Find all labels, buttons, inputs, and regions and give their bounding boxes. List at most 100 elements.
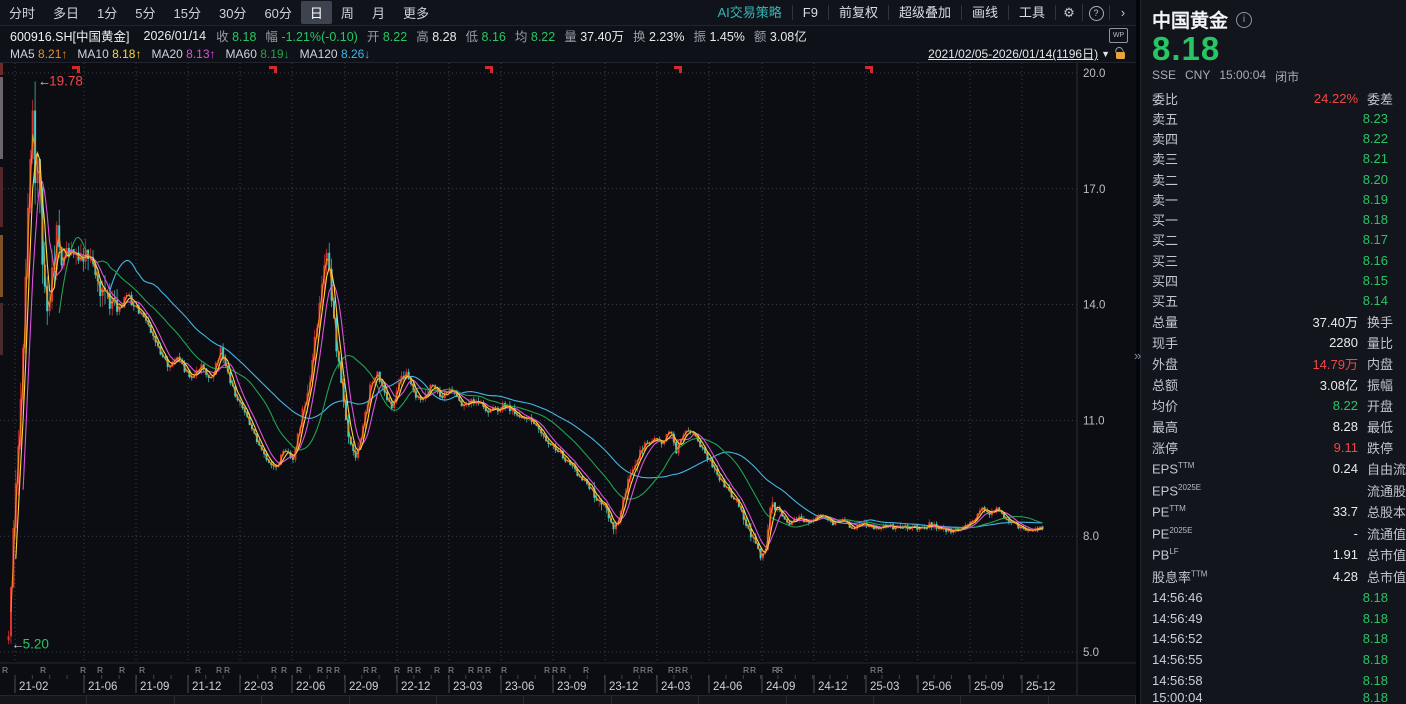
period-tab-15分[interactable]: 15分: [165, 1, 210, 24]
quote-field-换: 换 2.23%: [633, 26, 684, 45]
quote-field-高: 高 8.28: [416, 26, 456, 45]
bottom-tab[interactable]: [175, 696, 262, 704]
svg-text:R: R: [407, 665, 413, 675]
quote-field-均: 均 8.22: [515, 26, 555, 45]
period-tab-周[interactable]: 周: [332, 1, 363, 24]
time-sales-list[interactable]: 14:56:468.1814:56:498.1814:56:528.1814:5…: [1141, 587, 1406, 690]
wp-window-icon[interactable]: WP: [1109, 28, 1128, 43]
fundamental-row-EPS: EPS2025E流通股本: [1141, 479, 1406, 501]
tick-row: 14:56:588.18: [1141, 670, 1406, 691]
bottom-tab[interactable]: [874, 696, 961, 704]
menu-item[interactable]: 前复权: [828, 5, 888, 20]
order-book-row-买四[interactable]: 买四8.15: [1141, 270, 1406, 290]
weicha-label: 委差: [1367, 89, 1406, 108]
svg-text:21-09: 21-09: [140, 681, 169, 693]
quote-summary-bar: 600916.SH[中国黄金] 2026/01/14 收 8.18幅 -1.21…: [0, 26, 1136, 45]
stock-name: 中国黄金: [1152, 6, 1228, 33]
bottom-tab[interactable]: [699, 696, 786, 704]
period-tab-日[interactable]: 日: [301, 1, 332, 24]
stock-code: 600916.SH[中国黄金]: [10, 26, 130, 45]
menu-item[interactable]: 工具: [1008, 5, 1055, 20]
period-tab-多日[interactable]: 多日: [44, 1, 88, 24]
help-icon[interactable]: ?: [1082, 4, 1109, 21]
svg-text:R: R: [647, 665, 653, 675]
period-tab-分时[interactable]: 分时: [0, 1, 44, 24]
svg-text:R: R: [119, 665, 125, 675]
order-book-row-卖一[interactable]: 卖一8.19: [1141, 189, 1406, 209]
bottom-tab[interactable]: [350, 696, 437, 704]
bottom-tab[interactable]: [87, 696, 174, 704]
svg-text:20.0: 20.0: [1083, 68, 1105, 80]
collapse-panel-icon[interactable]: »: [1134, 348, 1141, 363]
svg-text:R: R: [468, 665, 474, 675]
order-book-row-卖五[interactable]: 卖五8.23: [1141, 108, 1406, 128]
candlestick-chart[interactable]: 20.017.014.011.08.05.021-0221-0621-0921-…: [0, 63, 1136, 695]
chart-bottom-tabbar[interactable]: [0, 695, 1136, 704]
svg-text:23-03: 23-03: [453, 681, 482, 693]
fundamental-row-股息率: 股息率TTM4.28总市值: [1141, 565, 1406, 587]
order-book-row-买五[interactable]: 买五8.14: [1141, 291, 1406, 311]
svg-text:R: R: [750, 665, 756, 675]
stat-row-总额: 总额3.08亿振幅: [1141, 374, 1406, 395]
ma-legend-bar: MA5 8.21↑MA10 8.18↑MA20 8.13↑MA60 8.19↓M…: [0, 45, 1136, 63]
svg-text:R: R: [371, 665, 377, 675]
svg-text:23-12: 23-12: [609, 681, 638, 693]
period-tab-5分[interactable]: 5分: [126, 1, 164, 24]
toolbar-right: AI交易策略F9前复权超级叠加画线工具 ⚙ ? ›: [707, 4, 1136, 21]
fundamental-row-EPS: EPSTTM0.24自由流通: [1141, 458, 1406, 480]
svg-text:R: R: [583, 665, 589, 675]
bottom-tab[interactable]: [524, 696, 611, 704]
tick-row: 14:56:498.18: [1141, 608, 1406, 629]
svg-text:R: R: [326, 665, 332, 675]
bottom-tab[interactable]: [1049, 696, 1136, 704]
order-book-row-买二[interactable]: 买二8.17: [1141, 230, 1406, 250]
pane-splitter[interactable]: »: [1136, 0, 1140, 704]
svg-text:R: R: [552, 665, 558, 675]
caret-down-icon[interactable]: ▼: [1101, 49, 1110, 59]
svg-text:22-12: 22-12: [401, 681, 430, 693]
bottom-tab[interactable]: [0, 696, 87, 704]
order-book-row-卖三[interactable]: 卖三8.21: [1141, 149, 1406, 169]
expand-chevron-icon[interactable]: ›: [1109, 5, 1136, 20]
bottom-tab[interactable]: [787, 696, 874, 704]
svg-text:R: R: [317, 665, 323, 675]
info-icon[interactable]: i: [1236, 12, 1252, 28]
bottom-tab[interactable]: [612, 696, 699, 704]
bottom-tab[interactable]: [437, 696, 524, 704]
settings-gear-icon[interactable]: ⚙: [1055, 5, 1082, 20]
unlocked-lock-icon[interactable]: [1115, 47, 1126, 60]
svg-text:11.0: 11.0: [1083, 416, 1105, 428]
order-book-row-卖二[interactable]: 卖二8.20: [1141, 169, 1406, 189]
lock-body: [1116, 52, 1125, 59]
bottom-tab[interactable]: [262, 696, 349, 704]
svg-text:R: R: [560, 665, 566, 675]
menu-item[interactable]: 超级叠加: [888, 5, 961, 20]
quote-field-低: 低 8.16: [466, 26, 506, 45]
quote-field-收: 收 8.18: [216, 26, 256, 45]
svg-text:25-06: 25-06: [922, 681, 951, 693]
menu-item[interactable]: AI交易策略: [707, 5, 791, 20]
svg-text:R: R: [477, 665, 483, 675]
period-tab-30分[interactable]: 30分: [210, 1, 255, 24]
market-status: SSECNY15:00:04闭市: [1152, 68, 1395, 85]
quote-field-幅: 幅 -1.21%(-0.10): [265, 26, 357, 45]
period-tab-1分[interactable]: 1分: [88, 1, 126, 24]
date-range-selector[interactable]: 2021/02/05-2026/01/14(1196日): [928, 45, 1098, 62]
bottom-tab[interactable]: [961, 696, 1048, 704]
svg-text:R: R: [501, 665, 507, 675]
order-book-row-买三[interactable]: 买三8.16: [1141, 250, 1406, 270]
svg-text:21-06: 21-06: [88, 681, 117, 693]
period-tab-更多[interactable]: 更多: [394, 1, 438, 24]
order-book-row-买一[interactable]: 买一8.18: [1141, 209, 1406, 229]
order-book-row-卖四[interactable]: 卖四8.22: [1141, 128, 1406, 148]
stats-list: 总量37.40万换手现手2280量比外盘14.79万内盘总额3.08亿振幅均价8…: [1141, 311, 1406, 458]
ma-legend-item-MA5: MA5 8.21↑: [10, 47, 67, 61]
svg-text:R: R: [682, 665, 688, 675]
menu-item[interactable]: F9: [792, 5, 828, 20]
svg-text:21-12: 21-12: [192, 681, 221, 693]
menu-item[interactable]: 画线: [961, 5, 1008, 20]
svg-text:22-09: 22-09: [349, 681, 378, 693]
ma-legend-item-MA10: MA10 8.18↑: [77, 47, 141, 61]
period-tab-60分[interactable]: 60分: [255, 1, 300, 24]
period-tab-月[interactable]: 月: [363, 1, 394, 24]
